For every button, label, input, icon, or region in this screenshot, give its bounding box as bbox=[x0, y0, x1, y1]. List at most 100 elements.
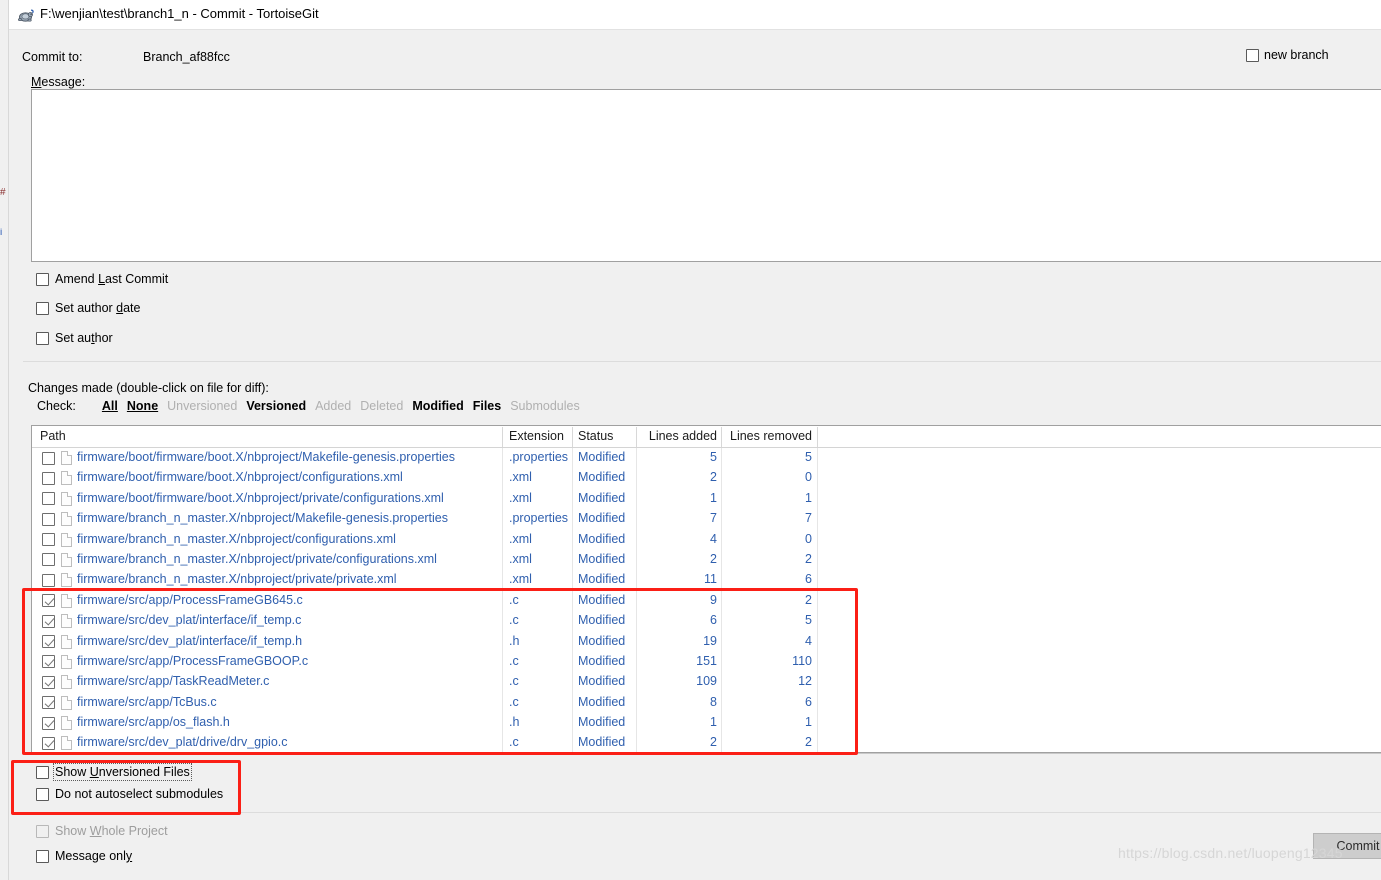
column-separator[interactable] bbox=[572, 427, 573, 447]
cell-path: firmware/src/dev_plat/interface/if_temp.… bbox=[77, 613, 301, 627]
table-row[interactable]: firmware/src/app/TcBus.c.cModified86 bbox=[32, 693, 1381, 713]
show-unversioned-files-row[interactable]: Show Unversioned Files bbox=[36, 765, 190, 779]
column-separator[interactable] bbox=[817, 427, 818, 447]
show-unversioned-files-label: Show Unversioned Files bbox=[55, 765, 190, 779]
column-header-lines-removed[interactable]: Lines removed bbox=[722, 429, 812, 443]
table-row[interactable]: firmware/src/app/ProcessFrameGBOOP.c.cMo… bbox=[32, 652, 1381, 672]
new-branch-checkbox[interactable] bbox=[1246, 49, 1259, 62]
cell-extension: .properties bbox=[509, 511, 568, 525]
message-only-row[interactable]: Message only bbox=[36, 849, 132, 863]
show-whole-project-label: Show Whole Project bbox=[55, 824, 168, 838]
cell-lines-removed: 1 bbox=[722, 491, 812, 505]
table-row[interactable]: firmware/branch_n_master.X/nbproject/con… bbox=[32, 530, 1381, 550]
amend-last-commit-row[interactable]: Amend Last Commit bbox=[36, 272, 168, 286]
cell-extension: .xml bbox=[509, 532, 532, 546]
table-row[interactable]: firmware/src/app/os_flash.h.hModified11 bbox=[32, 713, 1381, 733]
set-author-date-checkbox[interactable] bbox=[36, 302, 49, 315]
row-select-checkbox[interactable] bbox=[42, 533, 55, 546]
row-column-divider bbox=[502, 468, 503, 488]
filter-modified[interactable]: Modified bbox=[412, 399, 463, 413]
cell-path: firmware/branch_n_master.X/nbproject/pri… bbox=[77, 572, 397, 586]
cell-path: firmware/src/dev_plat/interface/if_temp.… bbox=[77, 634, 302, 648]
file-icon bbox=[61, 675, 72, 689]
row-select-checkbox[interactable] bbox=[42, 635, 55, 648]
cell-path: firmware/src/dev_plat/drive/drv_gpio.c bbox=[77, 735, 288, 749]
row-select-checkbox[interactable] bbox=[42, 492, 55, 505]
filter-files[interactable]: Files bbox=[473, 399, 502, 413]
changed-files-list[interactable]: Path Extension Status Lines added Lines remo… bbox=[31, 425, 1381, 753]
row-select-checkbox[interactable] bbox=[42, 737, 55, 750]
show-unversioned-files-checkbox[interactable] bbox=[36, 766, 49, 779]
set-author-checkbox[interactable] bbox=[36, 332, 49, 345]
cell-extension: .c bbox=[509, 735, 519, 749]
cell-lines-added: 19 bbox=[637, 634, 717, 648]
cell-path: firmware/boot/firmware/boot.X/nbproject/… bbox=[77, 491, 444, 505]
commit-to-branch-value: Branch_af88fcc bbox=[143, 50, 230, 64]
table-row[interactable]: firmware/src/app/ProcessFrameGB645.c.cMo… bbox=[32, 591, 1381, 611]
row-column-divider bbox=[817, 550, 818, 570]
table-row[interactable]: firmware/src/dev_plat/drive/drv_gpio.c .c… bbox=[32, 733, 1381, 753]
cell-path: firmware/branch_n_master.X/nbproject/con… bbox=[77, 532, 396, 546]
no-autoselect-submodules-checkbox[interactable] bbox=[36, 788, 49, 801]
column-header-status[interactable]: Status bbox=[578, 429, 613, 443]
table-row[interactable]: firmware/src/dev_plat/interface/if_temp.… bbox=[32, 632, 1381, 652]
row-select-checkbox[interactable] bbox=[42, 513, 55, 526]
column-header-lines-added[interactable]: Lines added bbox=[637, 429, 717, 443]
row-column-divider bbox=[817, 530, 818, 550]
cell-path: firmware/src/app/TaskReadMeter.c bbox=[77, 674, 269, 688]
column-separator[interactable] bbox=[502, 427, 503, 447]
no-autoselect-submodules-label: Do not autoselect submodules bbox=[55, 787, 223, 801]
row-column-divider bbox=[817, 591, 818, 611]
row-column-divider bbox=[502, 530, 503, 550]
filter-versioned[interactable]: Versioned bbox=[246, 399, 306, 413]
amend-last-commit-checkbox[interactable] bbox=[36, 273, 49, 286]
table-row[interactable]: firmware/branch_n_master.X/nbproject/pri… bbox=[32, 550, 1381, 570]
no-autoselect-submodules-row[interactable]: Do not autoselect submodules bbox=[36, 787, 223, 801]
filter-none[interactable]: None bbox=[127, 399, 158, 413]
column-separator[interactable] bbox=[636, 427, 637, 447]
row-column-divider bbox=[817, 509, 818, 529]
new-branch-checkbox-row[interactable]: new branch bbox=[1246, 48, 1329, 62]
table-row[interactable]: firmware/boot/firmware/boot.X/nbproject/… bbox=[32, 489, 1381, 509]
set-author-date-row[interactable]: Set author date bbox=[36, 301, 141, 315]
column-header-extension[interactable]: Extension bbox=[509, 429, 564, 443]
filter-all[interactable]: All bbox=[102, 399, 118, 413]
table-row[interactable]: firmware/boot/firmware/boot.X/nbproject/… bbox=[32, 448, 1381, 468]
row-select-checkbox[interactable] bbox=[42, 452, 55, 465]
message-only-label: Message only bbox=[55, 849, 132, 863]
row-select-checkbox[interactable] bbox=[42, 472, 55, 485]
message-only-checkbox[interactable] bbox=[36, 850, 49, 863]
row-select-checkbox[interactable] bbox=[42, 717, 55, 730]
row-select-checkbox[interactable] bbox=[42, 615, 55, 628]
row-column-divider bbox=[502, 570, 503, 590]
cell-path: firmware/src/app/TcBus.c bbox=[77, 695, 217, 709]
row-column-divider bbox=[817, 448, 818, 468]
row-column-divider bbox=[572, 733, 573, 753]
row-select-checkbox[interactable] bbox=[42, 676, 55, 689]
table-row[interactable]: firmware/src/app/TaskReadMeter.c.cModifi… bbox=[32, 672, 1381, 692]
table-row[interactable]: firmware/branch_n_master.X/nbproject/pri… bbox=[32, 570, 1381, 590]
table-row[interactable]: firmware/src/dev_plat/interface/if_temp.… bbox=[32, 611, 1381, 631]
table-row[interactable]: firmware/branch_n_master.X/nbproject/Mak… bbox=[32, 509, 1381, 529]
row-select-checkbox[interactable] bbox=[42, 594, 55, 607]
cell-status: Modified bbox=[578, 572, 625, 586]
message-input[interactable] bbox=[31, 89, 1381, 262]
cell-extension: .xml bbox=[509, 470, 532, 484]
tortoisegit-commit-window: F:\wenjian\test\branch1_n - Commit - Tor… bbox=[9, 0, 1381, 880]
column-header-path[interactable]: Path bbox=[40, 429, 66, 443]
footer-divider bbox=[23, 812, 1381, 813]
row-select-checkbox[interactable] bbox=[42, 553, 55, 566]
row-select-checkbox[interactable] bbox=[42, 696, 55, 709]
row-column-divider bbox=[502, 550, 503, 570]
cell-path: firmware/src/app/ProcessFrameGBOOP.c bbox=[77, 654, 308, 668]
row-select-checkbox[interactable] bbox=[42, 655, 55, 668]
cell-lines-added: 4 bbox=[637, 532, 717, 546]
cell-extension: .h bbox=[509, 715, 519, 729]
column-separator[interactable] bbox=[721, 427, 722, 447]
row-select-checkbox[interactable] bbox=[42, 574, 55, 587]
cell-path: firmware/boot/firmware/boot.X/nbproject/… bbox=[77, 450, 455, 464]
set-author-row[interactable]: Set author bbox=[36, 331, 113, 345]
cell-lines-added: 5 bbox=[637, 450, 717, 464]
table-row[interactable]: firmware/boot/firmware/boot.X/nbproject/… bbox=[32, 468, 1381, 488]
show-whole-project-row: Show Whole Project bbox=[36, 824, 168, 838]
